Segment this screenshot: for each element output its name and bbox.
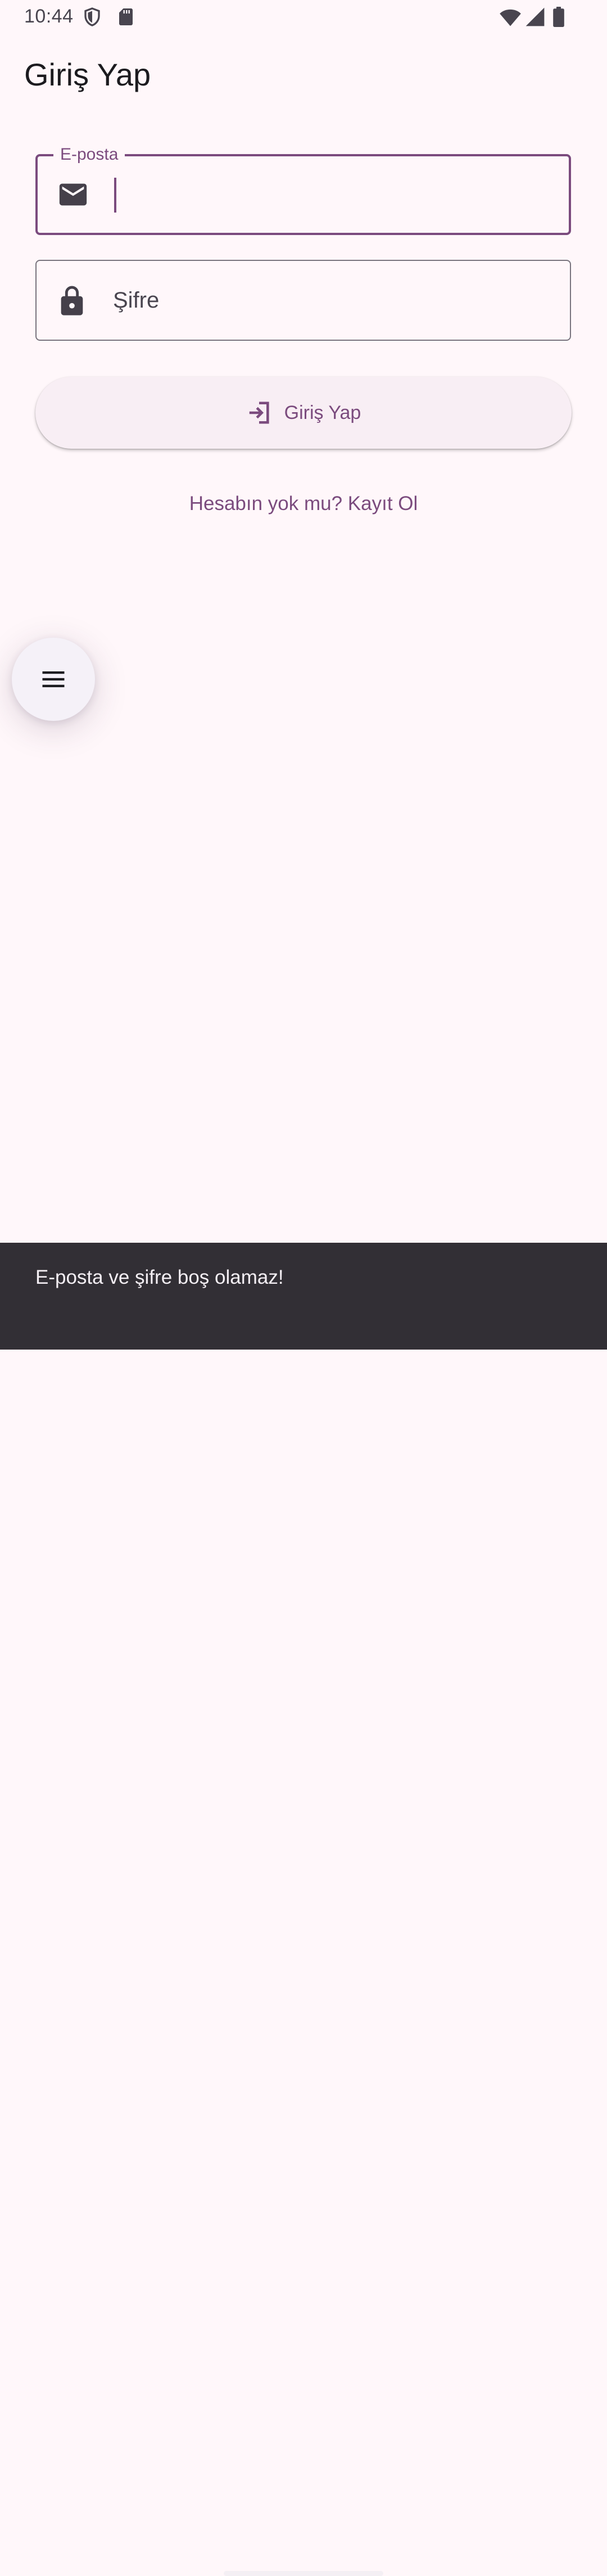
- wifi-icon: [500, 9, 521, 26]
- status-time: 10:44: [24, 6, 74, 27]
- snackbar-message: E-posta ve şifre boş olamaz!: [35, 1266, 284, 1288]
- menu-icon: [42, 671, 65, 688]
- text-cursor: [114, 178, 116, 213]
- status-bar: 10:44: [0, 0, 607, 35]
- login-button-label: Giriş Yap: [284, 401, 361, 423]
- page-title: Giriş Yap: [24, 57, 151, 92]
- lock-icon: [61, 286, 83, 315]
- login-icon: [249, 401, 269, 424]
- battery-icon: [553, 7, 564, 27]
- sd-card-icon: [119, 8, 133, 25]
- shield-icon: [84, 7, 100, 26]
- mail-icon: [59, 183, 87, 206]
- login-button[interactable]: Giriş Yap: [35, 377, 572, 449]
- signal-icon: [526, 7, 545, 26]
- password-field[interactable]: [35, 260, 571, 341]
- home-indicator[interactable]: [224, 2571, 383, 2576]
- email-input[interactable]: [114, 156, 552, 233]
- menu-button[interactable]: [12, 638, 95, 721]
- snackbar: E-posta ve şifre boş olamaz!: [0, 1243, 607, 2576]
- register-link[interactable]: Hesabın yok mu? Kayıt Ol: [0, 493, 607, 515]
- password-input[interactable]: [113, 261, 553, 340]
- email-field[interactable]: E-posta: [35, 144, 571, 235]
